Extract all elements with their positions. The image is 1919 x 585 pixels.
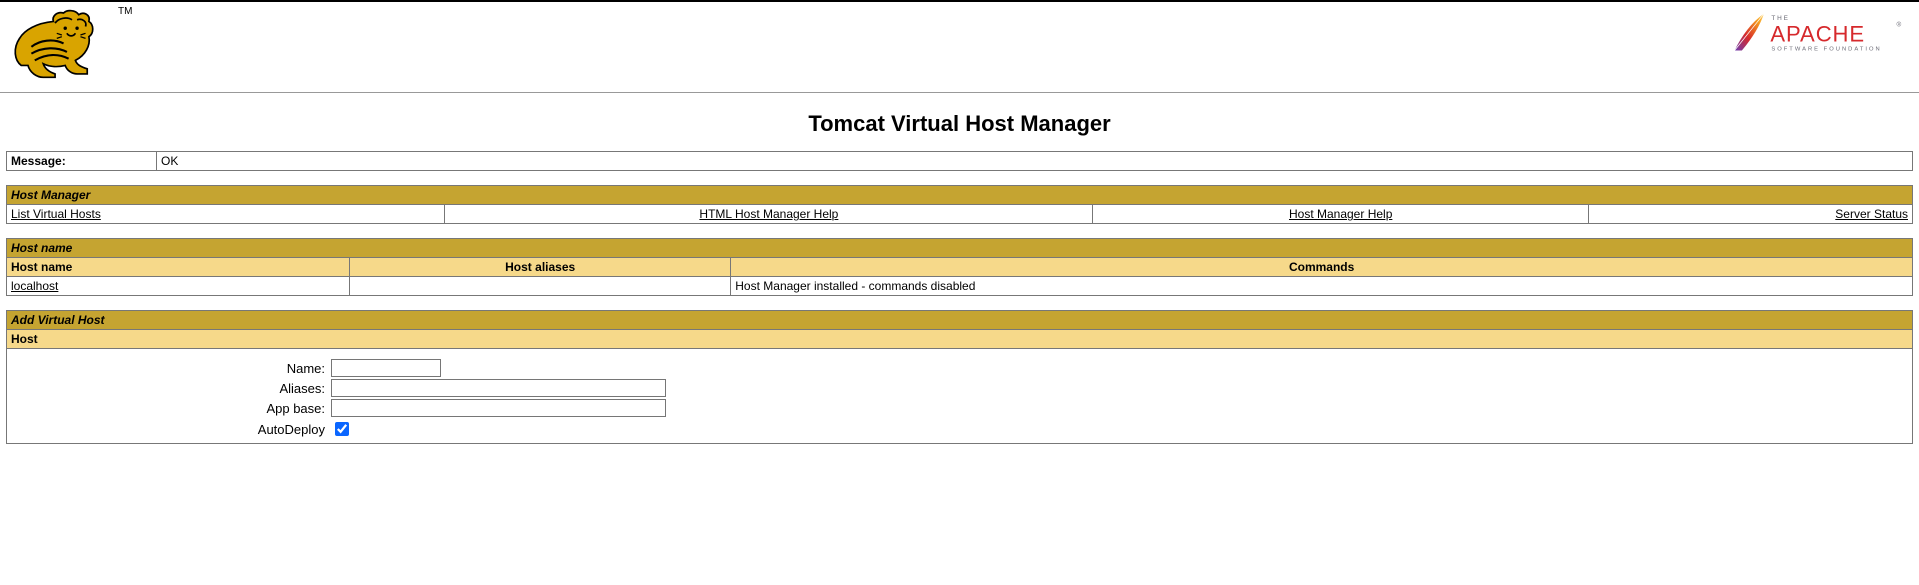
host-manager-title: Host Manager: [7, 186, 1913, 205]
hosts-table-title: Host name: [7, 239, 1913, 258]
add-host-sub: Host: [7, 330, 1913, 349]
message-box: Message: OK: [6, 151, 1913, 171]
asf-logo: THE APACHE ® SOFTWARE FOUNDATION: [1729, 6, 1913, 56]
apache-name-label: APACHE: [1770, 21, 1865, 46]
message-label: Message:: [7, 152, 157, 171]
message-value: OK: [157, 152, 1913, 171]
host-aliases-cell: [350, 277, 731, 296]
hosts-table: Host name Host name Host aliases Command…: [6, 238, 1913, 296]
svg-text:®: ®: [1896, 21, 1901, 29]
trademark-label: TM: [118, 6, 132, 17]
server-status-link[interactable]: Server Status: [1835, 207, 1908, 221]
autodeploy-label: AutoDeploy: [11, 422, 331, 437]
col-host-name: Host name: [7, 258, 350, 277]
help-link[interactable]: Host Manager Help: [1289, 207, 1392, 221]
name-field[interactable]: [331, 359, 441, 377]
list-hosts-link[interactable]: List Virtual Hosts: [11, 207, 101, 221]
add-host-title: Add Virtual Host: [7, 311, 1913, 330]
aliases-field[interactable]: [331, 379, 666, 397]
page-title: Tomcat Virtual Host Manager: [0, 111, 1919, 137]
name-label: Name:: [11, 361, 331, 376]
add-host-section: Add Virtual Host Host Name: Aliases: App…: [6, 310, 1913, 444]
col-commands: Commands: [731, 258, 1913, 277]
tomcat-logo: TM: [6, 6, 132, 86]
appbase-label: App base:: [11, 401, 331, 416]
add-host-form: Name: Aliases: App base: AutoDeploy: [11, 351, 1908, 439]
host-manager-nav: Host Manager List Virtual Hosts HTML Hos…: [6, 185, 1913, 224]
apache-sub-label: SOFTWARE FOUNDATION: [1771, 46, 1881, 52]
table-row: localhost Host Manager installed - comma…: [7, 277, 1913, 296]
header-bar: TM THE APACHE ® SOFTWARE FOUNDATION: [0, 2, 1919, 93]
aliases-label: Aliases:: [11, 381, 331, 396]
host-link[interactable]: localhost: [11, 279, 58, 293]
tomcat-icon: [6, 6, 116, 86]
html-help-link[interactable]: HTML Host Manager Help: [699, 207, 838, 221]
autodeploy-checkbox[interactable]: [335, 422, 349, 436]
host-commands-cell: Host Manager installed - commands disabl…: [731, 277, 1913, 296]
appbase-field[interactable]: [331, 399, 666, 417]
col-host-aliases: Host aliases: [350, 258, 731, 277]
